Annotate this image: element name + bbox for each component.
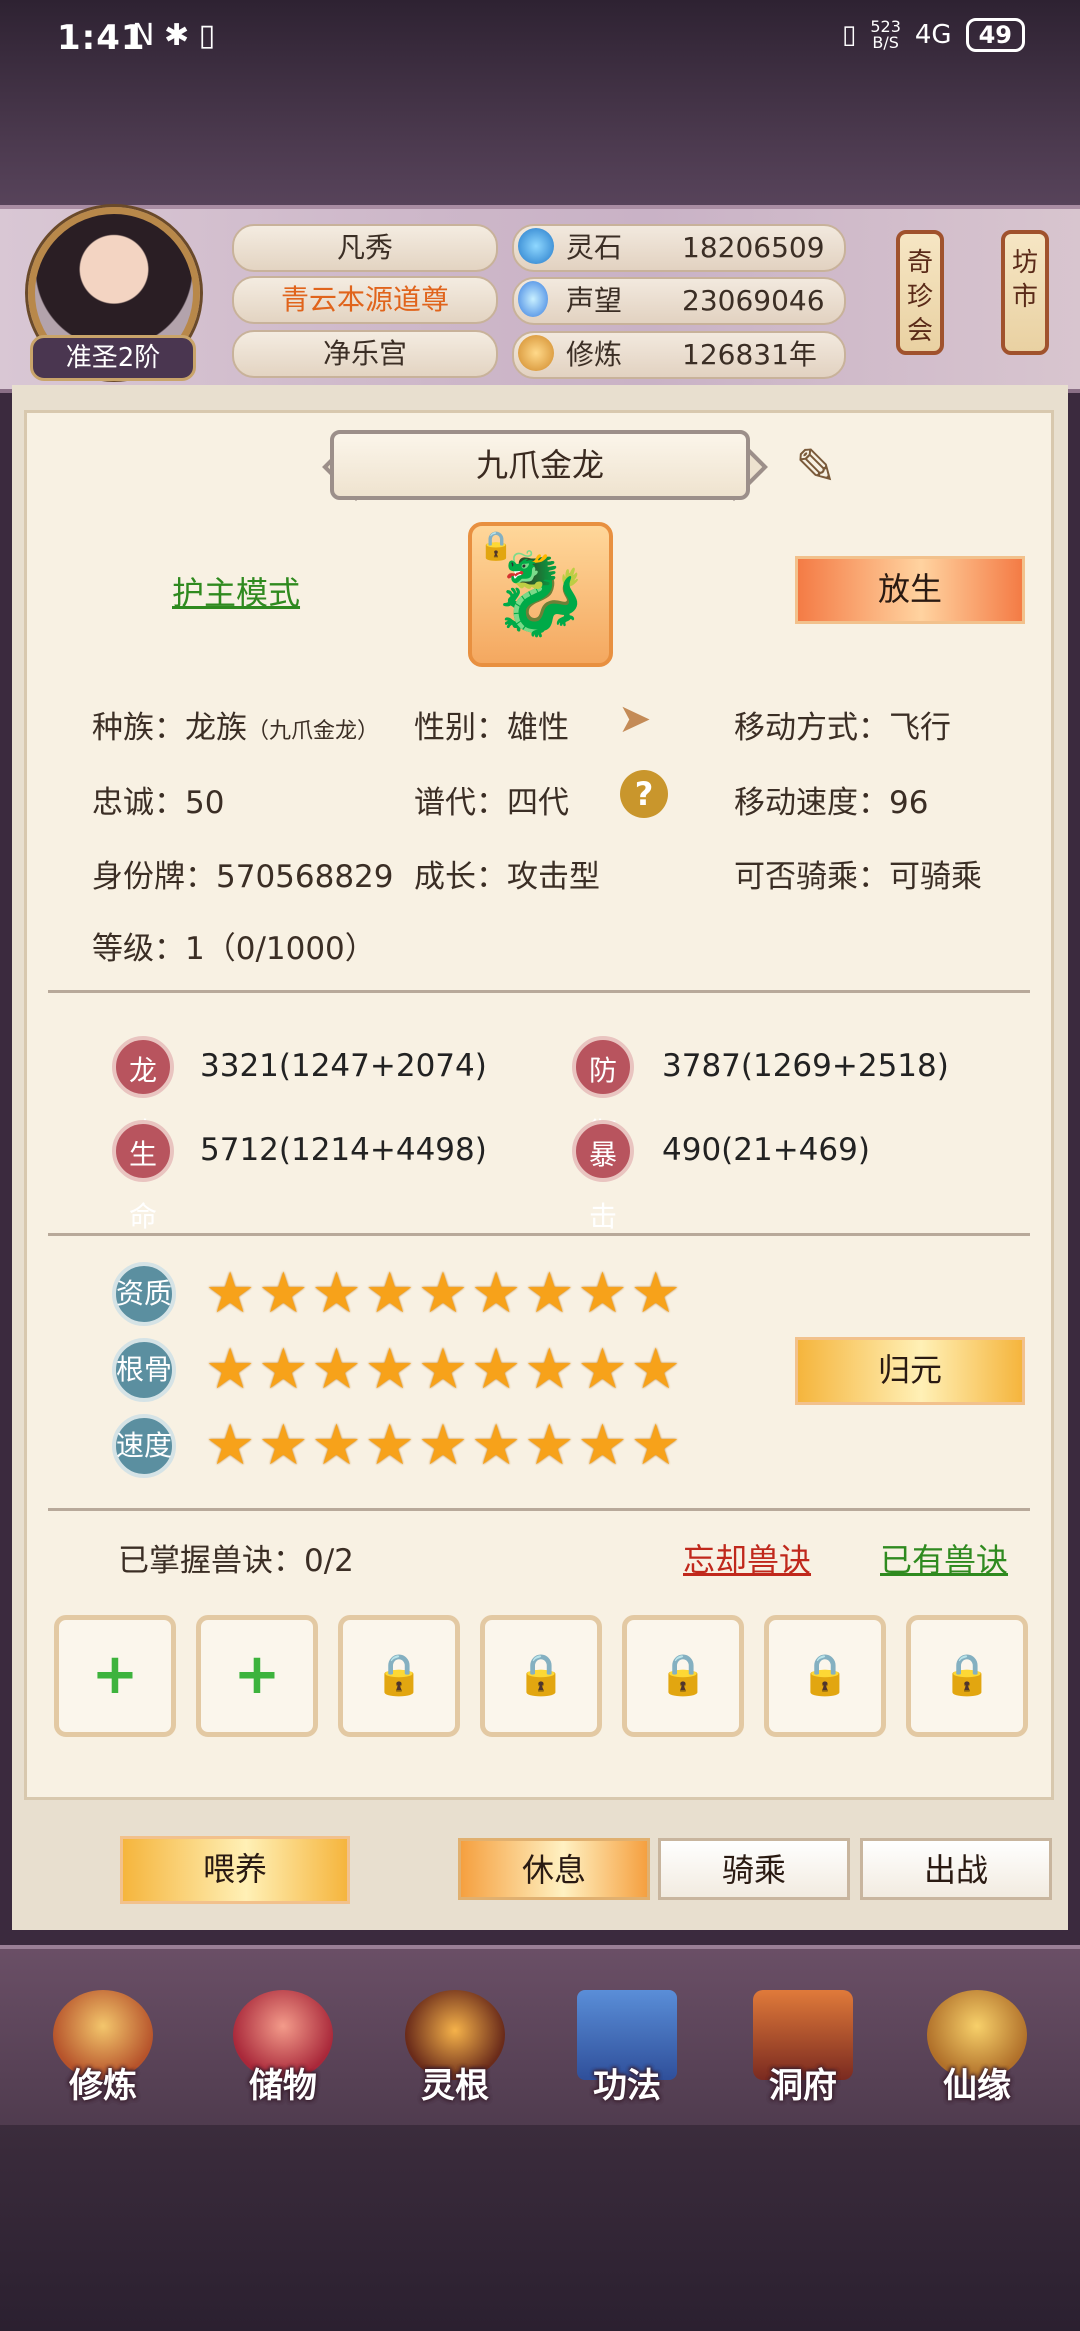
rideable-info: 可否骑乘：可骑乘 bbox=[734, 859, 982, 895]
loyalty-info: 忠诚：50 bbox=[92, 785, 225, 821]
nav-spirit-root[interactable]: 灵根 bbox=[390, 1990, 520, 2120]
crit-badge: 暴击 bbox=[572, 1120, 634, 1233]
arrow-right-icon[interactable]: ➤ bbox=[618, 696, 652, 742]
player-title: 青云本源道尊 bbox=[232, 276, 498, 324]
bone-badge: 根骨 bbox=[112, 1338, 176, 1402]
skill-slot-add[interactable]: + bbox=[196, 1615, 318, 1737]
protect-mode-link[interactable]: 护主模式 bbox=[172, 568, 300, 614]
divider bbox=[48, 990, 1030, 993]
attack-value: 3321(1247+2074) bbox=[200, 1048, 487, 1084]
lock-icon: 🔒 bbox=[800, 1652, 850, 1698]
race-info: 种族：龙族（九爪金龙） bbox=[92, 710, 380, 746]
nav-techniques[interactable]: 功法 bbox=[562, 1990, 692, 2120]
lock-icon: 🔒 bbox=[478, 529, 514, 562]
skill-slot-locked[interactable]: 🔒 bbox=[338, 1615, 460, 1737]
book-quill-icon[interactable]: ✎ bbox=[795, 440, 865, 495]
ride-button[interactable]: 骑乘 bbox=[658, 1838, 850, 1900]
lantern-market[interactable]: 坊市 bbox=[1001, 230, 1049, 355]
move-type-info: 移动方式：飞行 bbox=[734, 710, 951, 746]
rank-badge: 准圣2阶 bbox=[30, 335, 196, 381]
divider bbox=[48, 1233, 1030, 1236]
speed-stars: ★★★★★★★★★ bbox=[205, 1413, 684, 1478]
owned-skills-link[interactable]: 已有兽诀 bbox=[880, 1535, 1008, 1581]
health-value: 5712(1214+4498) bbox=[200, 1132, 487, 1168]
signal-icon: 4G bbox=[914, 20, 952, 50]
skill-slot-add[interactable]: + bbox=[54, 1615, 176, 1737]
feed-button[interactable]: 喂养 bbox=[120, 1836, 350, 1904]
lock-icon: 🔒 bbox=[374, 1652, 424, 1698]
resource-cultivation: 修炼 126831年 bbox=[512, 331, 846, 379]
return-origin-button[interactable]: 归元 bbox=[795, 1337, 1025, 1405]
nav-fate[interactable]: 仙缘 bbox=[912, 1990, 1042, 2120]
vibrate-icon: ▯ bbox=[842, 20, 857, 50]
status-right: ▯ 523 B/S 4G 49 bbox=[842, 18, 1025, 52]
status-icons: N ✱ ▯ bbox=[132, 18, 216, 53]
skill-slot-locked[interactable]: 🔒 bbox=[764, 1615, 886, 1737]
health-badge: 生命 bbox=[112, 1120, 174, 1233]
defense-value: 3787(1269+2518) bbox=[662, 1048, 949, 1084]
attack-badge: 龙攻 bbox=[112, 1036, 174, 1149]
gender-info: 性别：雄性 bbox=[414, 710, 569, 746]
aptitude-stars: ★★★★★★★★★ bbox=[205, 1261, 684, 1326]
nav-cave[interactable]: 洞府 bbox=[738, 1990, 868, 2120]
rest-button[interactable]: 休息 bbox=[458, 1838, 650, 1900]
resource-spirit-stone: 灵石 18206509 bbox=[512, 224, 846, 272]
bottom-background bbox=[0, 2125, 1080, 2331]
id-tag-info: 身份牌：570568829 bbox=[92, 859, 394, 895]
battery-indicator: 49 bbox=[965, 18, 1025, 52]
generation-info: 谱代：四代 bbox=[414, 785, 569, 821]
speed-badge: 速度 bbox=[112, 1414, 176, 1478]
skill-slot-locked[interactable]: 🔒 bbox=[906, 1615, 1028, 1737]
player-sect: 净乐宫 bbox=[232, 330, 498, 378]
divider bbox=[48, 1508, 1030, 1511]
growth-info: 成长：攻击型 bbox=[414, 859, 600, 895]
resource-reputation: 声望 23069046 bbox=[512, 277, 846, 325]
skill-slot-locked[interactable]: 🔒 bbox=[622, 1615, 744, 1737]
forget-skill-link[interactable]: 忘却兽诀 bbox=[683, 1535, 811, 1581]
nav-cultivate[interactable]: 修炼 bbox=[38, 1990, 168, 2120]
player-name: 凡秀 bbox=[232, 224, 498, 272]
defense-badge: 防御 bbox=[572, 1036, 634, 1149]
skills-count-label: 已掌握兽诀：0/2 bbox=[118, 1543, 354, 1579]
level-info: 等级：1（0/1000） bbox=[92, 931, 376, 967]
lantern-rare-market[interactable]: 奇珍会 bbox=[896, 230, 944, 355]
bone-stars: ★★★★★★★★★ bbox=[205, 1337, 684, 1402]
pet-name-title: 九爪金龙 bbox=[330, 430, 750, 500]
cultivation-icon bbox=[518, 335, 554, 371]
spirit-stone-icon bbox=[518, 228, 554, 264]
release-button[interactable]: 放生 bbox=[795, 556, 1025, 624]
status-bar: 1:41 N ✱ ▯ ▯ 523 B/S 4G 49 bbox=[0, 0, 1080, 75]
reputation-icon bbox=[518, 281, 548, 317]
lock-icon: 🔒 bbox=[516, 1652, 566, 1698]
nav-storage[interactable]: 储物 bbox=[218, 1990, 348, 2120]
aptitude-badge: 资质 bbox=[112, 1262, 176, 1326]
crit-value: 490(21+469) bbox=[662, 1132, 870, 1168]
lock-icon: 🔒 bbox=[942, 1652, 992, 1698]
net-speed: 523 B/S bbox=[870, 17, 901, 52]
battle-button[interactable]: 出战 bbox=[860, 1838, 1052, 1900]
skill-slot-locked[interactable]: 🔒 bbox=[480, 1615, 602, 1737]
move-speed-info: 移动速度：96 bbox=[734, 785, 929, 821]
lock-icon: 🔒 bbox=[658, 1652, 708, 1698]
help-icon[interactable]: ? bbox=[620, 770, 668, 818]
